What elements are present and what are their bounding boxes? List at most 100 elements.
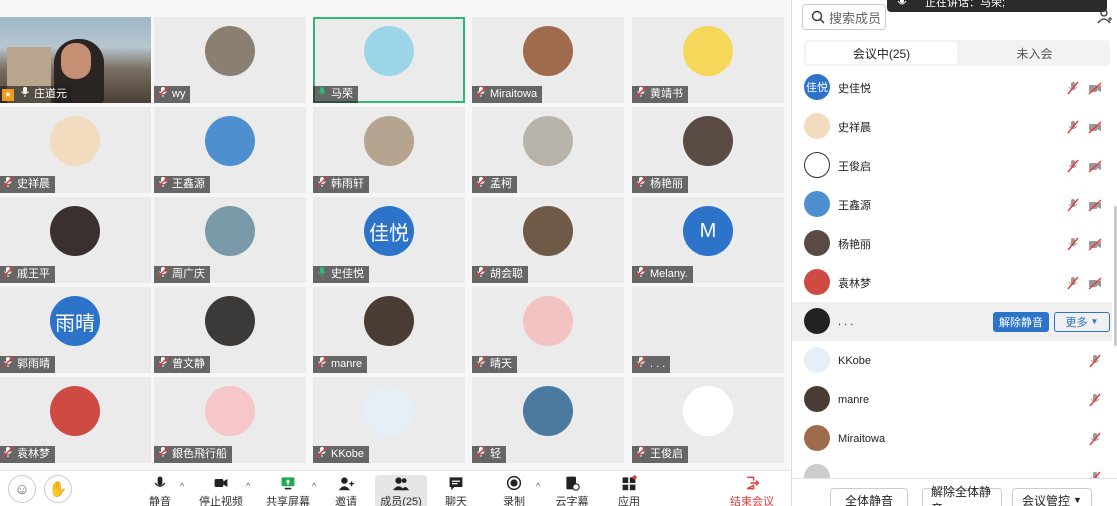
member-row[interactable]: manre (792, 380, 1112, 419)
raise-hand-button[interactable]: ✋ (44, 475, 72, 503)
participant-tile[interactable]: 马荣 (313, 17, 465, 103)
participant-avatar: M (683, 206, 733, 257)
participant-tile[interactable]: manre (313, 287, 465, 373)
member-row[interactable]: KKobe (792, 341, 1112, 380)
member-name: KKobe (838, 354, 872, 367)
muted-microphone-icon[interactable] (1088, 393, 1102, 407)
participant-tile[interactable]: 王鑫源 (154, 107, 306, 193)
share-button[interactable]: 共享屏幕 (262, 475, 314, 506)
muted-microphone-icon[interactable] (1066, 81, 1080, 95)
member-row[interactable]: 佳悦 史佳悦 (792, 68, 1112, 107)
mute-button[interactable]: 静音 (134, 475, 186, 506)
members-button[interactable]: 成员(25) (375, 475, 427, 506)
member-row[interactable]: 史祥晨 (792, 107, 1112, 146)
participant-avatar (205, 296, 255, 347)
muted-microphone-icon[interactable] (1066, 120, 1080, 134)
muted-microphone-icon[interactable] (1088, 432, 1102, 446)
apps-icon (622, 475, 637, 491)
caret-up-icon[interactable]: ^ (246, 481, 250, 491)
participant-avatar (50, 386, 100, 437)
participant-tile[interactable]: 孟柯 (472, 107, 624, 193)
member-avatar (804, 269, 830, 295)
mute-all-button[interactable]: 全体静音 (830, 488, 908, 506)
participant-name: 郭雨晴 (17, 358, 50, 370)
invite-button[interactable]: 邀请 (320, 475, 372, 506)
muted-microphone-icon[interactable] (1066, 237, 1080, 251)
participant-tile[interactable]: 銀色飛行船 (154, 377, 306, 463)
participant-tile[interactable]: . . . (632, 287, 784, 373)
participant-tile[interactable]: KKobe (313, 377, 465, 463)
microphone-icon (475, 446, 487, 464)
video-off-icon[interactable] (1088, 120, 1102, 134)
member-row[interactable]: 袁林梦 (792, 263, 1112, 302)
member-avatar (804, 113, 830, 139)
meeting-control-button[interactable]: 会议管控 ▼ (1012, 488, 1092, 506)
participant-tile[interactable]: 袁林梦 (0, 377, 151, 463)
microphone-icon (475, 356, 487, 374)
member-name: 杨艳丽 (838, 238, 871, 251)
member-row[interactable]: 王俊启 (792, 146, 1112, 185)
participant-tile[interactable]: 史祥晨 (0, 107, 151, 193)
participant-tile[interactable]: 佳悦 史佳悦 (313, 197, 465, 283)
muted-microphone-icon[interactable] (1066, 276, 1080, 290)
muted-microphone-icon[interactable] (1066, 198, 1080, 212)
caret-up-icon[interactable]: ^ (536, 481, 540, 491)
participant-tile[interactable]: 雨晴 郭雨晴 (0, 287, 151, 373)
participant-tile[interactable]: 周广庆 (154, 197, 306, 283)
participant-name: 胡会聪 (490, 268, 523, 280)
member-row[interactable]: Miraitowa (792, 419, 1112, 458)
search-placeholder: 搜索成员 (829, 10, 882, 26)
video-off-icon[interactable] (1088, 198, 1102, 212)
participant-name: wy (172, 88, 186, 100)
microphone-icon (157, 446, 169, 464)
caret-up-icon[interactable]: ^ (180, 481, 184, 491)
panel-footer: 全体静音 解除全体静音 会议管控▼ (792, 478, 1117, 506)
participant-tile[interactable]: 轻 (472, 377, 624, 463)
participant-tile[interactable]: wy (154, 17, 306, 103)
participant-tile[interactable]: 杨艳丽 (632, 107, 784, 193)
member-name: manre (838, 393, 870, 406)
unmute-member-button[interactable]: 解除静音 (993, 311, 1049, 332)
video-off-icon[interactable] (1088, 81, 1102, 95)
record-button[interactable]: 录制 (488, 475, 540, 506)
video-off-icon[interactable] (1088, 276, 1102, 290)
participant-tile[interactable]: M Melany. (632, 197, 784, 283)
chat-button[interactable]: 聊天 (430, 475, 482, 506)
participant-tile[interactable]: Miraitowa (472, 17, 624, 103)
tab-not-joined[interactable]: 未入会 (959, 40, 1110, 66)
muted-microphone-icon[interactable] (1066, 159, 1080, 173)
emoji-reaction-button[interactable]: ☺ (8, 475, 36, 503)
participant-avatar (205, 116, 255, 167)
participant-tile[interactable]: 韩雨轩 (313, 107, 465, 193)
participant-tile[interactable]: 黄靖书 (632, 17, 784, 103)
more-button[interactable]: 更多 ▼ (1054, 311, 1110, 332)
member-row[interactable]: 王鑫源 (792, 185, 1112, 224)
participant-tile[interactable]: ★ 庄道元 (0, 17, 151, 103)
caret-up-icon[interactable]: ^ (312, 481, 316, 491)
participant-tile[interactable]: 王俊启 (632, 377, 784, 463)
tab-in-meeting[interactable]: 会议中(25) (806, 42, 957, 64)
apps-button[interactable]: 应用 (603, 475, 655, 506)
participant-tile[interactable]: 戚王平 (0, 197, 151, 283)
unmute-all-button[interactable]: 解除全体静音 (922, 485, 1002, 506)
microphone-icon (635, 446, 647, 464)
participant-tile[interactable]: 晴天 (472, 287, 624, 373)
member-row[interactable]: 杨艳丽 (792, 224, 1112, 263)
member-search-input[interactable]: 搜索成员 (802, 4, 886, 30)
participant-tile[interactable]: 曾文静 (154, 287, 306, 373)
invite-member-icon[interactable] (1097, 8, 1113, 24)
video-off-icon[interactable] (1088, 159, 1102, 173)
video-button[interactable]: 停止视频 (195, 475, 247, 506)
member-name: Miraitowa (838, 432, 886, 445)
minutes-button[interactable]: 云字幕 (546, 475, 598, 506)
minutes-icon (566, 476, 580, 491)
microphone-icon (316, 356, 328, 374)
video-off-icon[interactable] (1088, 237, 1102, 251)
participant-tile[interactable]: 胡会聪 (472, 197, 624, 283)
end-button[interactable]: 结束会议 (726, 475, 778, 506)
participant-name-tag: 胡会聪 (472, 266, 528, 283)
muted-microphone-icon[interactable] (1088, 354, 1102, 368)
member-row[interactable]: . . . 解除静音 更多 ▼ (792, 302, 1112, 341)
participant-name-tag: 黄靖书 (632, 86, 688, 103)
participant-avatar (205, 206, 255, 257)
